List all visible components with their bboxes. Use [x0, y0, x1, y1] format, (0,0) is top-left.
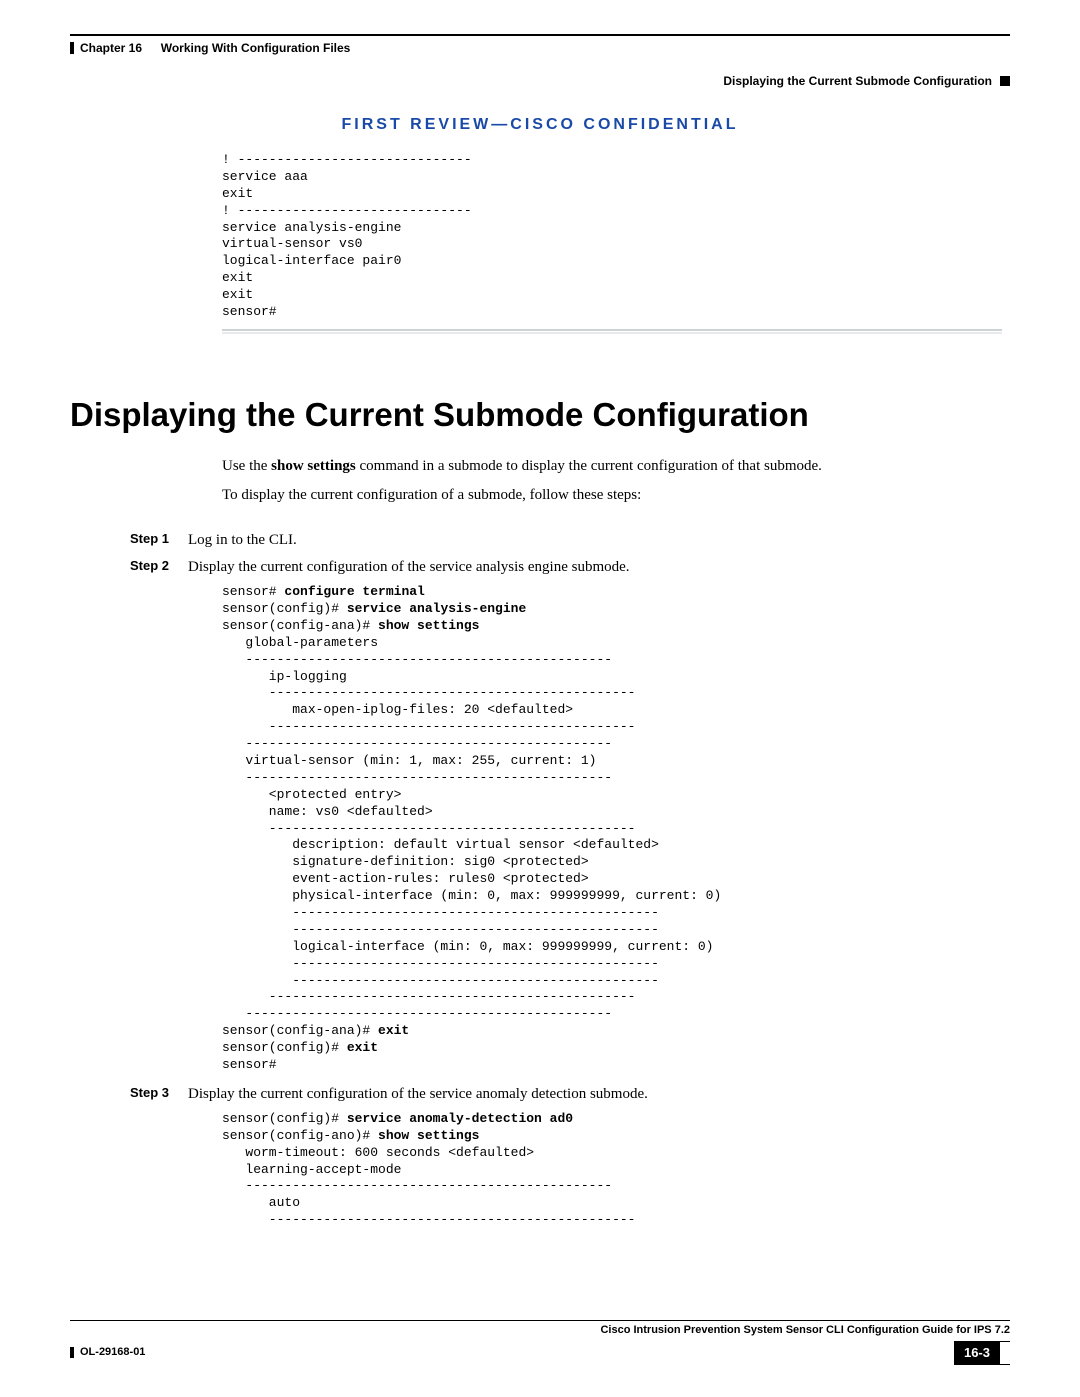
step-label: Step 3 [130, 1084, 174, 1105]
step2-code: sensor# configure terminal sensor(config… [222, 584, 1010, 1074]
header-topic: Displaying the Current Submode Configura… [723, 73, 992, 90]
header-left-marker [70, 42, 74, 54]
header-rule [70, 34, 1010, 36]
page-footer: Cisco Intrusion Prevention System Sensor… [70, 1320, 1010, 1365]
header-right-marker [1000, 76, 1010, 86]
doc-number: OL-29168-01 [80, 1345, 145, 1360]
step-label: Step 2 [130, 557, 174, 578]
intro-paragraph-1: Use the show settings command in a submo… [222, 456, 970, 477]
code-end-divider [222, 329, 1002, 332]
chapter-title: Working With Configuration Files [161, 40, 351, 57]
step3-code: sensor(config)# service anomaly-detectio… [222, 1111, 1010, 1229]
review-banner: FIRST REVIEW—CISCO CONFIDENTIAL [70, 114, 1010, 136]
chapter-number: Chapter 16 [80, 40, 142, 57]
step-label: Step 1 [130, 530, 174, 551]
step-row: Step 1 Log in to the CLI. [130, 530, 1010, 551]
step-text: Display the current configuration of the… [188, 557, 630, 578]
page-number: 16-3 [954, 1341, 1000, 1365]
footer-guide-title: Cisco Intrusion Prevention System Sensor… [600, 1323, 1010, 1338]
step-text: Log in to the CLI. [188, 530, 297, 551]
page-number-tail [1000, 1341, 1010, 1365]
footer-left-marker [70, 1347, 74, 1358]
top-code-block: ! ------------------------------ service… [222, 152, 1010, 321]
section-heading: Displaying the Current Submode Configura… [70, 392, 1010, 438]
step-row: Step 2 Display the current configuration… [130, 557, 1010, 578]
intro-paragraph-2: To display the current configuration of … [222, 485, 970, 506]
step-text: Display the current configuration of the… [188, 1084, 648, 1105]
step-row: Step 3 Display the current configuration… [130, 1084, 1010, 1105]
